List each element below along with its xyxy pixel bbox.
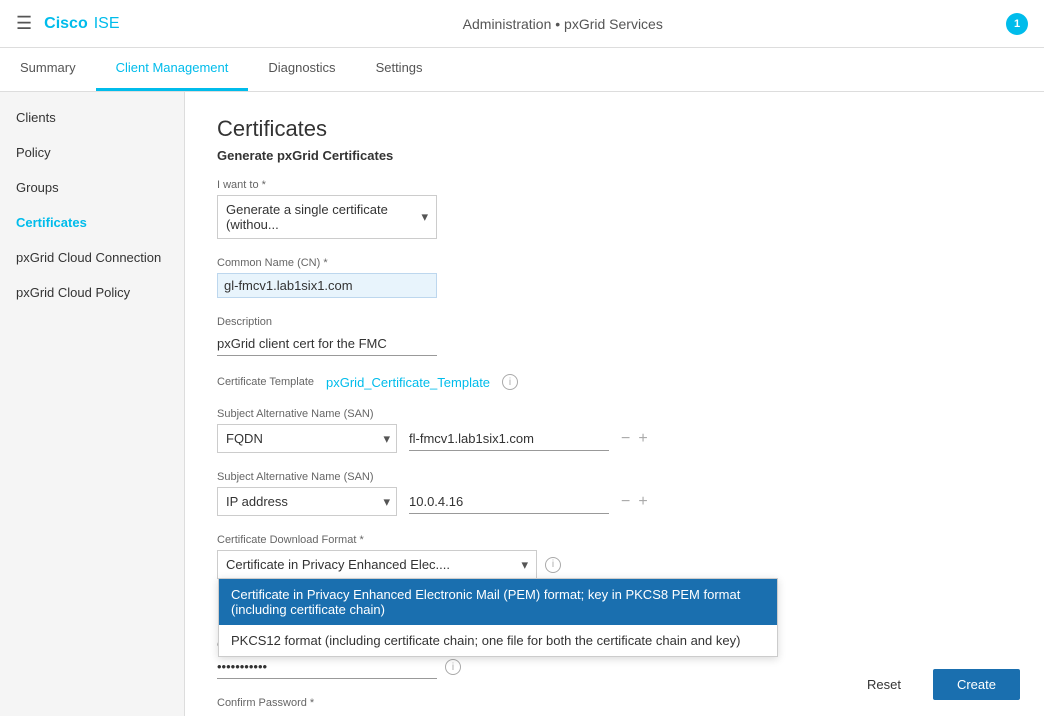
layout: Clients Policy Groups Certificates pxGri…: [0, 92, 1044, 716]
cert-password-info-icon[interactable]: i: [445, 659, 461, 675]
header: ☰ Cisco ISE Administration • pxGrid Serv…: [0, 0, 1044, 48]
tab-diagnostics[interactable]: Diagnostics: [248, 47, 355, 91]
san-group-2: Subject Alternative Name (SAN) FQDN IP a…: [217, 471, 1012, 516]
san-value-input-2[interactable]: [409, 490, 609, 514]
tab-settings[interactable]: Settings: [356, 47, 443, 91]
san-controls-1: − +: [621, 431, 648, 447]
i-want-to-group: I want to * Generate a single certificat…: [217, 179, 1012, 239]
san-type-dropdown-2[interactable]: FQDN IP address ▾: [217, 487, 397, 516]
san-add-btn-2[interactable]: +: [638, 494, 647, 510]
cert-template-group: Certificate Template pxGrid_Certificate_…: [217, 374, 1012, 390]
i-want-to-label: I want to *: [217, 179, 1012, 191]
description-input[interactable]: [217, 332, 437, 356]
san-label-2: Subject Alternative Name (SAN): [217, 471, 1012, 483]
common-name-input[interactable]: [217, 273, 437, 298]
cert-download-value: Certificate in Privacy Enhanced Elec....: [218, 551, 536, 578]
sidebar-item-clients[interactable]: Clients: [0, 100, 184, 135]
brand: Cisco ISE: [44, 15, 119, 33]
san-group-1: Subject Alternative Name (SAN) FQDN IP a…: [217, 408, 1012, 453]
san-add-btn-1[interactable]: +: [638, 431, 647, 447]
create-button[interactable]: Create: [933, 669, 1020, 700]
san-type-select-1[interactable]: FQDN IP address: [218, 425, 396, 452]
description-label: Description: [217, 316, 1012, 328]
page-title: Certificates: [217, 116, 1012, 142]
cert-option-pkcs12[interactable]: PKCS12 format (including certificate cha…: [219, 625, 777, 656]
sidebar-item-certificates[interactable]: Certificates: [0, 205, 184, 240]
top-nav: Summary Client Management Diagnostics Se…: [0, 48, 1044, 92]
san-value-input-1[interactable]: [409, 427, 609, 451]
cert-option-pem[interactable]: Certificate in Privacy Enhanced Electron…: [219, 579, 777, 625]
main-content: Certificates Generate pxGrid Certificate…: [185, 92, 1044, 716]
san-type-select-2[interactable]: FQDN IP address: [218, 488, 396, 515]
brand-ise: ISE: [94, 15, 120, 33]
hamburger-icon[interactable]: ☰: [16, 13, 32, 34]
san-remove-btn-2[interactable]: −: [621, 494, 630, 510]
cert-download-dropdown[interactable]: Certificate in Privacy Enhanced Elec....…: [217, 550, 537, 579]
san-remove-btn-1[interactable]: −: [621, 431, 630, 447]
sidebar: Clients Policy Groups Certificates pxGri…: [0, 92, 185, 716]
san-label-1: Subject Alternative Name (SAN): [217, 408, 1012, 420]
cert-download-row: Certificate in Privacy Enhanced Elec....…: [217, 550, 1012, 579]
header-left: ☰ Cisco ISE: [16, 13, 120, 34]
common-name-group: Common Name (CN) *: [217, 257, 1012, 298]
san-row-2: FQDN IP address ▾ − +: [217, 487, 1012, 516]
footer: Reset Create: [823, 653, 1044, 716]
cert-download-label: Certificate Download Format *: [217, 534, 1012, 546]
sidebar-item-pxgrid-cloud-connection[interactable]: pxGrid Cloud Connection: [0, 240, 184, 275]
sidebar-item-groups[interactable]: Groups: [0, 170, 184, 205]
header-title: Administration • pxGrid Services: [463, 16, 663, 32]
reset-button[interactable]: Reset: [847, 669, 921, 700]
common-name-label: Common Name (CN) *: [217, 257, 1012, 269]
tab-summary[interactable]: Summary: [0, 47, 96, 91]
description-group: Description: [217, 316, 1012, 356]
san-row-1: FQDN IP address ▾ − +: [217, 424, 1012, 453]
section-title: Generate pxGrid Certificates: [217, 148, 1012, 163]
header-badge: 1: [1006, 13, 1028, 35]
san-controls-2: − +: [621, 494, 648, 510]
brand-cisco: Cisco: [44, 15, 88, 33]
cert-download-info-icon[interactable]: i: [545, 557, 561, 573]
cert-download-group: Certificate Download Format * Certificat…: [217, 534, 1012, 579]
cert-template-link[interactable]: pxGrid_Certificate_Template: [326, 375, 490, 390]
cert-template-info-icon[interactable]: i: [502, 374, 518, 390]
tab-client-management[interactable]: Client Management: [96, 47, 249, 91]
i-want-to-dropdown[interactable]: Generate a single certificate (withou...…: [217, 195, 437, 239]
san-type-dropdown-1[interactable]: FQDN IP address ▾: [217, 424, 397, 453]
sidebar-item-policy[interactable]: Policy: [0, 135, 184, 170]
i-want-to-value: Generate a single certificate (withou...: [218, 196, 436, 238]
cert-password-input[interactable]: [217, 655, 437, 679]
cert-template-label: Certificate Template: [217, 376, 314, 388]
cert-download-options: Certificate in Privacy Enhanced Electron…: [218, 578, 778, 657]
sidebar-item-pxgrid-cloud-policy[interactable]: pxGrid Cloud Policy: [0, 275, 184, 310]
